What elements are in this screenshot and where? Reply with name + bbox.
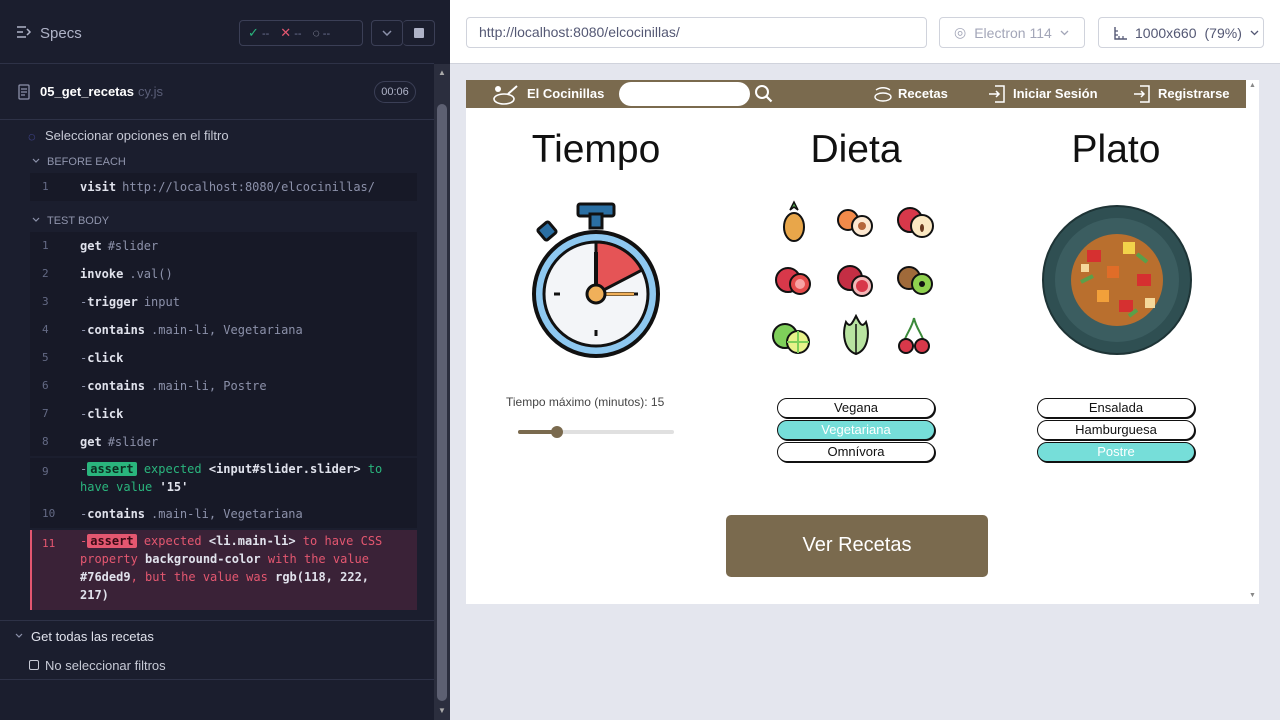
failed-assert-row[interactable]: 11 - assert expected <li.main-li> to have… (30, 530, 417, 610)
app-scrollbar[interactable]: ▲ ▼ (1246, 80, 1259, 604)
command-row[interactable]: 4 -contains .main-li, Vegetariana (30, 316, 417, 344)
nav-login[interactable]: Iniciar Sesión (1013, 86, 1098, 101)
test-title-2[interactable]: Get todas las recetas (31, 629, 154, 644)
peach-icon (837, 209, 873, 237)
browser-select[interactable]: ◎ Electron 114 (939, 17, 1085, 48)
diet-option-vegetariana[interactable]: Vegetariana (777, 420, 935, 440)
specs-header: Specs ✓ -- ✕ -- ◌ -- (0, 0, 435, 64)
browser-icon: ◎ (954, 24, 967, 40)
app-navbar: El Cocinillas Recetas Iniciar Sesión Reg… (466, 80, 1246, 108)
command-row[interactable]: 10 -contains .main-li, Vegetariana (30, 500, 417, 528)
salad-bowl-image (1042, 205, 1192, 355)
chevron-down-icon (1250, 30, 1259, 35)
pineapple-icon (783, 200, 805, 242)
command-row[interactable]: 8 get #slider (30, 428, 417, 456)
run-duration: 00:06 (374, 81, 416, 103)
scroll-down-icon[interactable]: ▼ (438, 706, 446, 715)
fruit-grid (766, 200, 946, 360)
command-row[interactable]: 2 invoke .val() (30, 260, 417, 288)
command-row[interactable]: 7 -click (30, 400, 417, 428)
view-recipes-button[interactable]: Ver Recetas (726, 515, 988, 577)
command-row[interactable]: 1 get #slider (30, 232, 417, 260)
diet-option-omnivora[interactable]: Omnívora (777, 442, 935, 462)
browser-toolbar: http://localhost:8080/elcocinillas/ ◎ El… (450, 0, 1280, 64)
spec-file-row: 05_get_recetas cy.js 00:06 (0, 64, 434, 120)
register-icon (1134, 85, 1150, 103)
lime-icon (772, 323, 810, 354)
failed-count: -- (294, 28, 302, 40)
chevron-down-icon (1060, 30, 1069, 35)
specs-title[interactable]: Specs (40, 25, 82, 42)
nav-register[interactable]: Registrarse (1158, 86, 1230, 101)
document-icon (18, 84, 30, 100)
before-each-label[interactable]: BEFORE EACH (47, 156, 126, 168)
scroll-up-icon[interactable]: ▲ (1249, 82, 1256, 89)
dish-option-hamburguesa[interactable]: Hamburguesa (1037, 420, 1195, 440)
pass-icon: ✓ (248, 25, 259, 40)
diet-option-vegana[interactable]: Vegana (777, 398, 935, 418)
scroll-down-icon[interactable]: ▼ (1249, 592, 1256, 599)
brand-name[interactable]: El Cocinillas (527, 86, 604, 101)
passed-count: -- (261, 28, 270, 40)
time-heading: Tiempo (531, 128, 661, 171)
fail-icon: ✕ (280, 25, 292, 40)
reporter-scrollbar[interactable]: ▲ ▼ (434, 64, 450, 720)
chef-logo-icon (493, 85, 518, 105)
test-title-1[interactable]: Seleccionar opciones en el filtro (45, 128, 229, 143)
dish-option-postre[interactable]: Postre (1037, 442, 1195, 462)
reporter-panel: Specs ✓ -- ✕ -- ◌ -- 05_get_recetas cy.js… (0, 0, 450, 720)
apple-icon (897, 207, 934, 238)
app-frame: El Cocinillas Recetas Iniciar Sesión Reg… (466, 80, 1259, 604)
lettuce-icon (843, 314, 869, 356)
chevron-down-icon (32, 217, 40, 222)
divider (0, 679, 434, 680)
command-row[interactable]: 5 -click (30, 344, 417, 372)
running-icon: ◌ (28, 129, 36, 144)
url-bar[interactable]: http://localhost:8080/elcocinillas/ (466, 17, 927, 48)
chevron-down-icon (382, 30, 392, 36)
search-input[interactable] (619, 82, 750, 106)
pending-icon: ◌ (312, 26, 320, 40)
test-title-3[interactable]: No seleccionar filtros (45, 658, 166, 673)
dish-option-ensalada[interactable]: Ensalada (1037, 398, 1195, 418)
pending-test-icon (29, 660, 39, 670)
chevron-down-icon (15, 633, 23, 638)
stopwatch-icon (532, 202, 660, 358)
slider-thumb[interactable] (551, 426, 563, 438)
scroll-up-icon[interactable]: ▲ (438, 68, 446, 77)
ruler-icon (1114, 26, 1127, 40)
pending-count: -- (322, 28, 331, 40)
collapse-button[interactable] (371, 20, 403, 46)
spec-file-name: 05_get_recetas cy.js (40, 84, 164, 99)
command-row[interactable]: 1 visit http://localhost:8080/elcocinilla… (30, 173, 417, 201)
nav-recetas[interactable]: Recetas (898, 86, 948, 101)
tomato-icon (775, 267, 811, 295)
cherries-icon (898, 317, 930, 354)
scroll-thumb[interactable] (437, 104, 447, 701)
divider (0, 620, 434, 621)
test-body-label[interactable]: TEST BODY (47, 215, 109, 227)
diet-heading: Dieta (810, 128, 902, 171)
command-row[interactable]: 6 -contains .main-li, Postre (30, 372, 417, 400)
dish-heading: Plato (1071, 128, 1161, 171)
pomegranate-icon (837, 265, 873, 297)
search-icon[interactable] (754, 84, 774, 104)
viewport-select[interactable]: 1000x660 (79%) (1098, 17, 1264, 48)
stop-button[interactable] (403, 20, 435, 46)
time-slider[interactable] (518, 425, 674, 439)
stop-icon (413, 28, 424, 38)
specs-list-icon[interactable] (16, 25, 32, 39)
command-row[interactable]: 3 -trigger input (30, 288, 417, 316)
kiwi-icon (897, 266, 933, 295)
recipes-icon (874, 87, 892, 102)
slider-label: Tiempo máximo (minutos): 15 (506, 395, 665, 409)
app-preview: http://localhost:8080/elcocinillas/ ◎ El… (450, 0, 1280, 720)
chevron-down-icon (32, 158, 40, 163)
test-stats: ✓ -- ✕ -- ◌ -- (239, 20, 363, 46)
login-icon (989, 85, 1005, 103)
